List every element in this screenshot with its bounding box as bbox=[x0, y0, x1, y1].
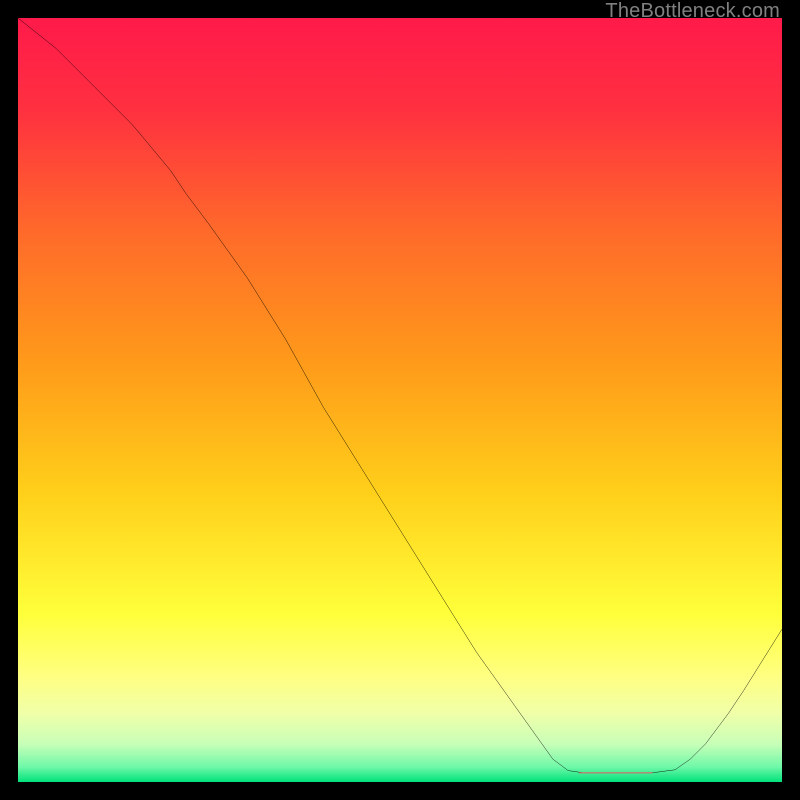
heat-gradient-background bbox=[18, 18, 782, 782]
chart-stage: TheBottleneck.com bbox=[0, 0, 800, 800]
watermark-text: TheBottleneck.com bbox=[605, 0, 780, 23]
plot-area bbox=[18, 18, 782, 782]
